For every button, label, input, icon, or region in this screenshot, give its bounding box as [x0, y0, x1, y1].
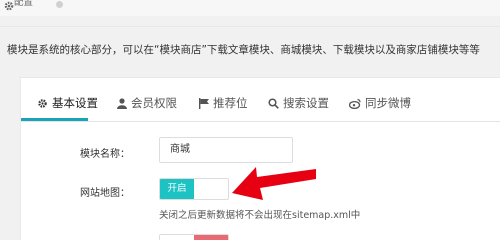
- tab-label: 搜索设置: [283, 96, 329, 110]
- tab-search-settings[interactable]: 搜索设置: [268, 95, 329, 111]
- tab-member-permissions[interactable]: 会员权限: [117, 95, 177, 111]
- sitemap-label: 网站地图：: [80, 188, 130, 199]
- tab-weibo-sync[interactable]: 同步微博: [349, 95, 411, 111]
- red-arrow-annotation: [232, 167, 316, 200]
- page-title: 配置: [14, 0, 34, 8]
- tab-label: 基本设置: [52, 96, 98, 110]
- tab-basic-settings[interactable]: 基本设置: [37, 95, 98, 111]
- switch-on-label: 开启: [160, 179, 194, 199]
- status-dot: [56, 1, 63, 8]
- module-description: 模块是系统的核心部分，可以在“模块商店”下载文章模块、商城模块、下载模块以及商家…: [7, 44, 480, 56]
- switch-off-segment: [194, 235, 228, 240]
- sitemap-switch[interactable]: 开启: [159, 178, 229, 200]
- search-icon: [268, 97, 279, 109]
- module-name-label: 模块名称：: [80, 149, 130, 160]
- gear-icon: [38, 98, 47, 108]
- top-bar: 配置: [0, 0, 500, 16]
- tab-label: 推荐位: [213, 96, 248, 110]
- tab-bar: 基本设置 会员权限 推荐位 搜索设置 同步微博: [21, 78, 500, 122]
- weibo-icon: [349, 98, 361, 109]
- flag-icon: [199, 97, 209, 109]
- next-switch[interactable]: [159, 234, 229, 240]
- user-icon: [117, 97, 127, 109]
- tab-recommend-position[interactable]: 推荐位: [199, 95, 248, 111]
- active-tab-indicator: [21, 118, 88, 121]
- tab-label: 同步微博: [365, 96, 411, 110]
- tab-label: 会员权限: [131, 96, 177, 110]
- divider: [0, 26, 500, 27]
